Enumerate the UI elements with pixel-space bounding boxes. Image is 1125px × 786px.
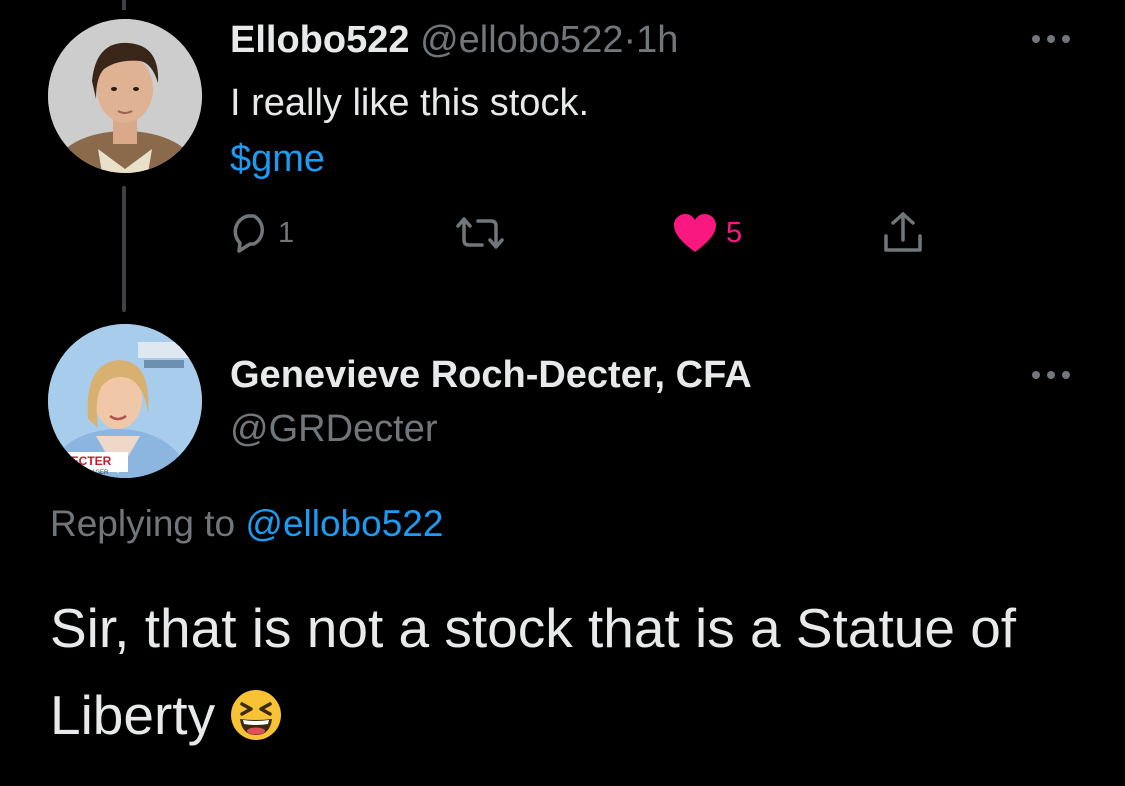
avatar[interactable] — [48, 19, 202, 173]
tweet-header: Ellobo522 @ellobo522·1h — [230, 18, 678, 62]
profile-photo-icon — [48, 19, 202, 173]
retweet-icon — [456, 217, 504, 249]
separator: · — [623, 19, 637, 61]
more-icon[interactable] — [1030, 369, 1072, 381]
grinning-squinting-face-emoji-icon — [229, 680, 283, 767]
tweet-thread: Ellobo522 @ellobo522·1h I really like th… — [0, 0, 1125, 786]
thread-line-top — [122, 0, 126, 10]
retweet-button[interactable] — [452, 210, 508, 256]
avatar[interactable]: -DECTER MANAGER — [48, 324, 202, 478]
replying-to: Replying to @ellobo522 — [50, 501, 443, 547]
reply-text-content: Sir, that is not a stock that is a Statu… — [50, 597, 1017, 746]
reply-count: 1 — [278, 216, 295, 249]
heart-icon — [674, 214, 716, 252]
reply-text: Sir, that is not a stock that is a Statu… — [50, 585, 1110, 767]
share-button[interactable] — [880, 210, 926, 256]
handle[interactable]: @GRDecter — [230, 406, 438, 452]
handle[interactable]: @ellobo522 — [420, 19, 623, 61]
like-count: 5 — [726, 216, 743, 249]
more-icon[interactable] — [1030, 33, 1072, 45]
display-name[interactable]: Ellobo522 — [230, 19, 410, 61]
avatar-caption: -DECTER — [58, 454, 112, 468]
like-button[interactable]: 5 — [672, 210, 742, 256]
thread-line — [122, 186, 126, 312]
reply-icon — [233, 214, 264, 253]
replying-prefix: Replying to — [50, 503, 236, 544]
avatar-subcaption: MANAGER — [78, 470, 109, 476]
share-icon — [884, 212, 922, 252]
reply-button[interactable]: 1 — [228, 210, 294, 256]
cashtag-link[interactable]: $gme — [230, 134, 325, 184]
display-name[interactable]: Genevieve Roch-Decter, CFA — [230, 352, 752, 398]
mention-link[interactable]: @ellobo522 — [245, 503, 443, 544]
tweet-text: I really like this stock. — [230, 82, 589, 124]
profile-photo-icon: -DECTER MANAGER — [48, 324, 202, 478]
timestamp[interactable]: 1h — [636, 19, 678, 61]
